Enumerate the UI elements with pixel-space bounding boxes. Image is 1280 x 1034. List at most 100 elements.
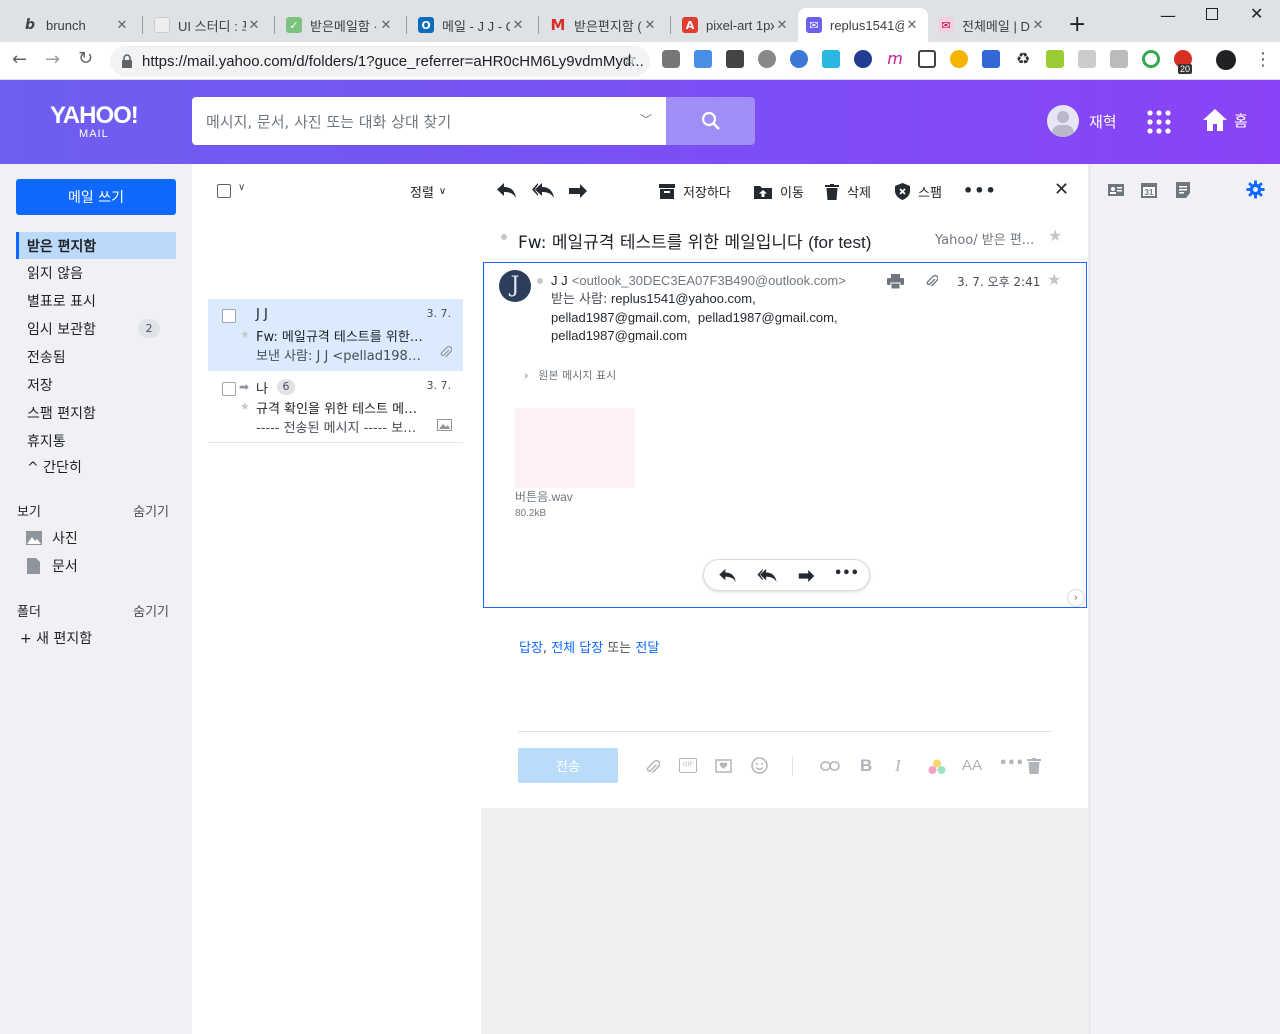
sidebar-item-documents[interactable]: 문서: [16, 552, 176, 579]
message-checkbox[interactable]: [222, 309, 236, 323]
spam-button[interactable]: 스팸: [895, 182, 942, 201]
sidebar-less-toggle[interactable]: ^ 간단히: [16, 453, 176, 480]
emoji-icon[interactable]: [751, 757, 768, 774]
close-tab-icon[interactable]: ✕: [642, 18, 658, 33]
back-icon[interactable]: ←: [12, 49, 27, 70]
calendar-icon[interactable]: 31: [1141, 182, 1157, 198]
attachment-thumbnail[interactable]: [515, 408, 635, 488]
link-icon[interactable]: [820, 761, 840, 771]
close-tab-icon[interactable]: ✕: [246, 18, 262, 33]
sticker-icon[interactable]: [715, 757, 732, 773]
print-icon[interactable]: [887, 274, 904, 289]
address-bar[interactable]: https://mail.yahoo.com/d/folders/1?guce_…: [110, 46, 650, 76]
sort-button[interactable]: 정렬 ∨: [410, 182, 446, 201]
browser-tab[interactable]: ✉ 전체메일 | D ✕: [930, 8, 1054, 42]
reload-icon[interactable]: ↻: [78, 48, 93, 69]
new-tab-icon[interactable]: +: [1068, 12, 1086, 37]
star-icon[interactable]: ★: [240, 328, 250, 341]
more-actions-icon[interactable]: •••: [834, 566, 859, 581]
extension-icon[interactable]: [726, 50, 744, 68]
color-palette-icon[interactable]: [928, 759, 946, 775]
chevron-down-icon[interactable]: ∨: [238, 182, 245, 193]
browser-tab[interactable]: O 메일 - J J - O ✕: [410, 8, 534, 42]
extension-icon[interactable]: [982, 50, 1000, 68]
sidebar-item-archive[interactable]: 저장: [16, 371, 176, 398]
reply-all-link[interactable]: 전체 답장: [551, 641, 603, 656]
show-original-toggle[interactable]: › 원본 메시지 표시: [524, 367, 616, 383]
extension-icon[interactable]: [1142, 50, 1160, 68]
sidebar-item-spam[interactable]: 스팸 편지함: [16, 399, 176, 426]
discard-draft-icon[interactable]: [1027, 758, 1041, 774]
attach-file-icon[interactable]: [646, 759, 660, 775]
close-tab-icon[interactable]: ✕: [114, 18, 130, 33]
forward-link[interactable]: 전달: [635, 641, 659, 656]
extension-icon[interactable]: [950, 50, 968, 68]
browser-tab[interactable]: UI 스터디 : 프 ✕: [146, 8, 270, 42]
send-button[interactable]: 전송: [518, 748, 618, 783]
notepad-icon[interactable]: [1175, 182, 1191, 198]
recycle-extension-icon[interactable]: ♻: [1014, 50, 1032, 68]
more-formatting-icon[interactable]: •••: [999, 756, 1024, 771]
delete-button[interactable]: 삭제: [825, 182, 871, 201]
chevron-down-icon[interactable]: ﹀: [640, 111, 652, 128]
message-checkbox[interactable]: [222, 382, 236, 396]
camera-extension-icon[interactable]: [662, 50, 680, 68]
star-icon[interactable]: ★: [1048, 226, 1062, 245]
settings-gear-icon[interactable]: [1246, 180, 1265, 199]
italic-icon[interactable]: I: [895, 756, 901, 776]
sender-name[interactable]: J J: [551, 273, 568, 288]
home-button[interactable]: 홈: [1202, 108, 1248, 132]
extension-icon[interactable]: [1046, 50, 1064, 68]
forward-icon[interactable]: [569, 184, 587, 198]
bookmark-star-icon[interactable]: ☆: [622, 50, 637, 70]
screenshot-extension-icon[interactable]: [918, 50, 936, 68]
window-close-icon[interactable]: ✕: [1250, 4, 1263, 23]
profile-avatar[interactable]: [1216, 50, 1236, 70]
sidebar-item-trash[interactable]: 휴지통: [16, 427, 176, 454]
sidebar-item-drafts[interactable]: 임시 보관함 2: [16, 315, 176, 342]
search-button[interactable]: [666, 97, 755, 145]
close-tab-icon[interactable]: ✕: [510, 18, 526, 33]
sidebar-item-sent[interactable]: 전송됨: [16, 343, 176, 370]
browser-tab[interactable]: M 받은편지함 ( ✕: [542, 8, 666, 42]
contacts-icon[interactable]: [1108, 182, 1124, 198]
yahoo-mail-logo[interactable]: YAHOO! MAIL: [50, 104, 139, 141]
reply-all-icon[interactable]: [757, 569, 777, 582]
select-all-checkbox[interactable]: [217, 184, 231, 198]
close-tab-icon[interactable]: ✕: [378, 18, 394, 33]
folder-breadcrumb[interactable]: Yahoo/ 받은 편...: [935, 229, 1034, 248]
extension-icon[interactable]: [822, 50, 840, 68]
views-hide-toggle[interactable]: 숨기기: [133, 501, 169, 520]
font-size-icon[interactable]: AA: [962, 757, 982, 774]
archive-button[interactable]: 저장하다: [659, 182, 731, 201]
star-icon[interactable]: ★: [1047, 270, 1061, 289]
extension-icon[interactable]: [1110, 50, 1128, 68]
new-folder-button[interactable]: + 새 편지함: [16, 624, 176, 651]
close-icon[interactable]: ✕: [1054, 179, 1069, 200]
maximize-icon[interactable]: [1206, 8, 1218, 20]
sidebar-item-inbox[interactable]: 받은 편지함: [16, 232, 176, 259]
recipient-address[interactable]: replus1541@yahoo.com,: [611, 291, 756, 306]
bold-icon[interactable]: B: [860, 756, 872, 776]
sender-email[interactable]: <outlook_30DEC3EA07F3B490@outlook.com>: [572, 273, 846, 288]
browser-menu-icon[interactable]: ⋮: [1254, 49, 1272, 70]
sidebar-item-starred[interactable]: 별표로 표시: [16, 287, 176, 314]
apps-grid-icon[interactable]: [1147, 110, 1171, 134]
move-button[interactable]: 이동: [754, 182, 804, 201]
folders-hide-toggle[interactable]: 숨기기: [133, 601, 169, 620]
reply-icon[interactable]: [719, 569, 736, 582]
message-row[interactable]: J J 3. 7. ★ Fw: 메일규격 테스트를 위한 메일입니다 (for …: [208, 299, 463, 371]
gear-extension-icon[interactable]: [758, 50, 776, 68]
reply-icon[interactable]: [497, 183, 516, 198]
extension-icon[interactable]: [1078, 50, 1096, 68]
extension-icon[interactable]: [854, 50, 872, 68]
recipient-address[interactable]: pellad1987@gmail.com,: [551, 310, 691, 325]
browser-tab-active[interactable]: ✉ replus1541@ ✕: [798, 8, 928, 42]
sidebar-item-photos[interactable]: 사진: [16, 524, 176, 551]
reply-all-icon[interactable]: [532, 183, 554, 198]
sidebar-item-unread[interactable]: 읽지 않음: [16, 259, 176, 286]
recipient-address[interactable]: pellad1987@gmail.com: [551, 328, 687, 343]
message-row[interactable]: ➡ 나 6 3. 7. ★ 규격 확인을 위한 테스트 메일입니다 ----- …: [208, 371, 463, 443]
chevron-right-icon[interactable]: ›: [1067, 589, 1085, 607]
extension-icon[interactable]: m: [886, 50, 904, 68]
